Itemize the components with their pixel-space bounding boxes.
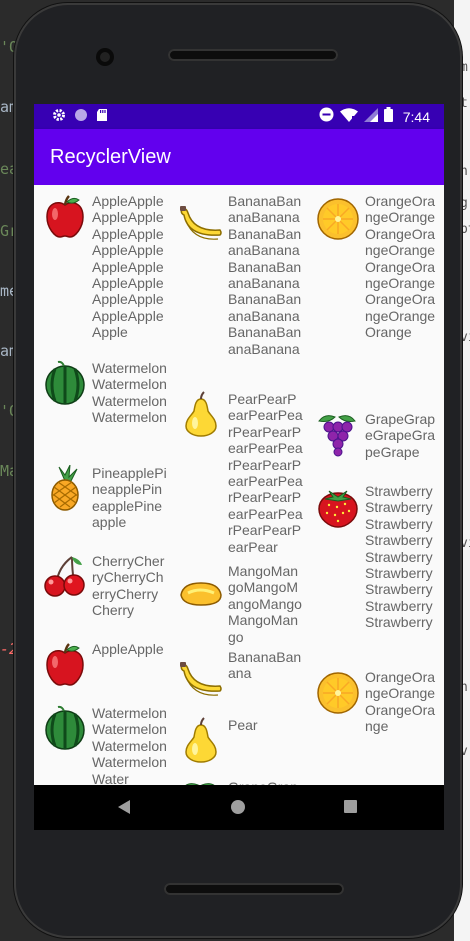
grape-icon (315, 411, 361, 457)
circle-status-icon (74, 108, 88, 126)
cherry-icon (42, 553, 88, 599)
fruit-name-label: Pear (228, 717, 258, 733)
strawberry-icon (315, 483, 361, 529)
orange-icon (315, 669, 361, 715)
fruit-name-label: WatermelonWatermelonWatermelonWatermelon (92, 360, 167, 426)
apple-icon (42, 641, 88, 687)
fruit-name-label: OrangeOrangeOrangeOrangeOrange (365, 669, 436, 735)
fruit-name-label: CherryCherryCherryCherryCherryCherry (92, 553, 165, 619)
watermelon-icon (42, 705, 88, 751)
bottom-speaker (164, 883, 344, 895)
fruit-name-label: OrangeOrangeOrangeOrangeOrangeOrangeOran… (365, 193, 436, 341)
recycler-view-grid[interactable]: AppleAppleAppleAppleAppleAppleAppleApple… (34, 185, 444, 785)
home-icon[interactable] (231, 800, 245, 814)
app-title: RecyclerView (50, 146, 171, 168)
fruit-name-label: BananaBanana (228, 649, 302, 682)
fruit-name-label: StrawberryStrawberryStrawberryStrawberry… (365, 483, 433, 631)
app-bar: RecyclerView (34, 129, 444, 185)
pear-icon (178, 391, 224, 437)
fruit-name-label: GrapeGrapeGrapeGrapeGrape (365, 411, 436, 460)
device-screen: 7:44 RecyclerView AppleAppleAppleAppleAp… (34, 104, 444, 830)
front-camera (96, 48, 114, 66)
watermelon-icon (42, 360, 88, 406)
fruit-name-label: BananaBananaBananaBananaBananaBananaBana… (228, 193, 302, 357)
cell-signal-icon (363, 107, 378, 126)
clock: 7:44 (402, 108, 430, 125)
pear-icon (178, 717, 224, 763)
apple-icon (42, 193, 88, 239)
mango-icon (178, 571, 224, 617)
sd-card-icon (96, 108, 108, 126)
back-icon[interactable] (118, 800, 130, 814)
navigation-bar (34, 785, 444, 830)
fruit-name-label: AppleAppleAppleAppleAppleAppleAppleApple… (92, 193, 164, 341)
earpiece-speaker (168, 49, 338, 61)
fruit-name-label: AppleApple (92, 641, 164, 657)
do-not-disturb-icon (319, 107, 334, 126)
recent-apps-icon[interactable] (344, 800, 357, 813)
battery-icon (383, 107, 393, 126)
fruit-name-label: PineapplePineapplePineapplePineapple (92, 465, 167, 531)
fruit-name-label: PearPearPearPearPearPearPearPearPearPear… (228, 391, 303, 555)
orange-icon (315, 195, 361, 241)
wifi-icon (339, 107, 358, 126)
settings-gear-icon (52, 108, 66, 126)
banana-icon (178, 657, 224, 703)
fruit-name-label: WatermelonWatermelonWatermelonWatermelon… (92, 705, 167, 785)
banana-icon (178, 201, 224, 247)
fruit-name-label: MangoMangoMangoMangoMangoMangoMango (228, 563, 302, 645)
pineapple-icon (42, 464, 88, 511)
status-bar: 7:44 (34, 104, 444, 129)
